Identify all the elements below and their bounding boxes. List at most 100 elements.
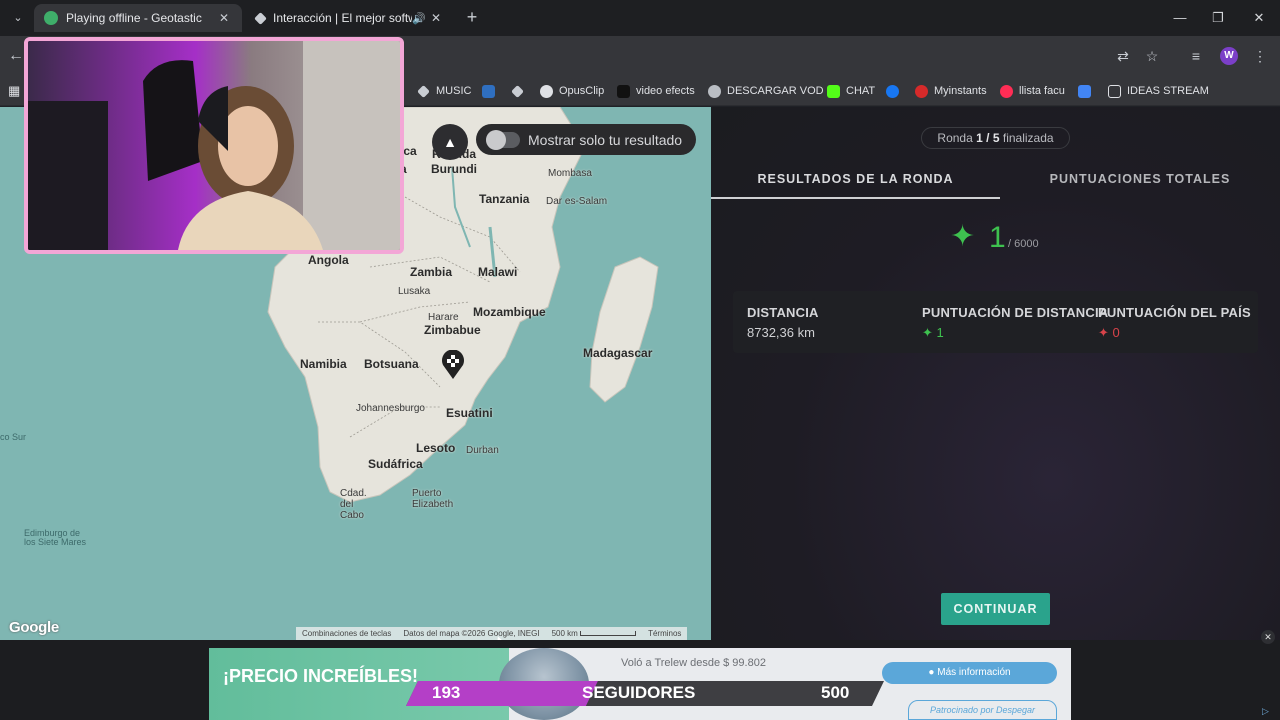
scale-label: 500 km bbox=[551, 629, 578, 638]
scale-bar bbox=[580, 631, 637, 636]
tab-search-icon[interactable]: ⌄ bbox=[8, 8, 28, 28]
close-tab-icon[interactable]: ✕ bbox=[428, 11, 444, 25]
country-score-number: 0 bbox=[1112, 325, 1120, 340]
minimize-icon[interactable]: — bbox=[1170, 8, 1190, 28]
country-score-value: ✦ 0 bbox=[1098, 325, 1120, 341]
ad-sponsor-link[interactable]: Patrocinado por Despegar bbox=[908, 700, 1057, 720]
round-total: 5 bbox=[992, 131, 1000, 145]
bookmark-video-efects[interactable]: video efects bbox=[617, 82, 695, 100]
map-label-lusaka: Lusaka bbox=[398, 286, 431, 297]
map-label-dar-es-salam: Dar es-Salam bbox=[546, 196, 608, 207]
score-star-icon: ✦ bbox=[950, 220, 976, 253]
map-label-zambia: Zambia bbox=[410, 265, 453, 279]
tab-total-scores[interactable]: PUNTUACIONES TOTALES bbox=[1000, 172, 1280, 186]
active-tab-indicator bbox=[711, 197, 1000, 199]
map-label-malawi: Malawi bbox=[478, 265, 518, 279]
map-label-burundi: Burundi bbox=[431, 162, 477, 176]
toggle-label: Mostrar solo tu resultado bbox=[528, 131, 683, 148]
video-icon bbox=[617, 84, 630, 98]
keyboard-shortcuts-link[interactable]: Combinaciones de teclas bbox=[302, 629, 391, 638]
map-label-ocean: co Sur bbox=[0, 432, 27, 442]
bookmark-opusclip[interactable]: OpusClip bbox=[540, 82, 604, 100]
screen: ⌄ Playing offline - Geotastic ✕ Interacc… bbox=[0, 0, 1280, 720]
follower-goal-bar: 193 SEGUIDORES 500 bbox=[406, 681, 884, 706]
speaker-icon[interactable]: 🔊 bbox=[412, 12, 428, 25]
bookmark-chat[interactable]: CHAT bbox=[827, 82, 875, 100]
folder-icon bbox=[1108, 84, 1121, 98]
mountain-icon: ▲ bbox=[443, 134, 457, 150]
terms-link[interactable]: Términos bbox=[648, 629, 681, 638]
bookmark-label: llista facu bbox=[1019, 85, 1065, 97]
translate-icon[interactable]: ⇄ bbox=[1113, 46, 1133, 66]
docs-icon bbox=[1078, 84, 1091, 98]
diamond-icon bbox=[417, 84, 430, 98]
bookmark-label: OpusClip bbox=[559, 85, 605, 97]
follower-label: SEGUIDORES bbox=[582, 683, 696, 702]
google-logo[interactable]: Google bbox=[9, 619, 59, 636]
country-score-label: PUNTUACIÓN DEL PAÍS bbox=[1098, 305, 1251, 320]
bookmark-star-icon[interactable]: ☆ bbox=[1142, 46, 1162, 66]
bookmark-docs[interactable] bbox=[1078, 82, 1097, 100]
tab-title: Playing offline - Geotastic bbox=[66, 11, 202, 25]
adchoices-icon[interactable]: ▷ bbox=[1262, 706, 1276, 718]
close-tab-icon[interactable]: ✕ bbox=[216, 11, 232, 25]
distance-score-value: ✦ 1 bbox=[922, 325, 944, 341]
new-tab-button[interactable]: + bbox=[462, 8, 482, 28]
bookmark-label: IDEAS STREAM bbox=[1127, 85, 1209, 97]
restore-icon[interactable]: ❐ bbox=[1208, 8, 1228, 28]
map-label-zimbabue: Zimbabue bbox=[424, 323, 481, 337]
webcam-feed bbox=[28, 41, 400, 250]
round-score: 1 bbox=[989, 221, 1006, 254]
round-suffix: finalizada bbox=[1002, 131, 1054, 145]
map-label-lesoto: Lesoto bbox=[416, 441, 456, 455]
terrain-toggle-button[interactable]: ▲ bbox=[432, 124, 468, 160]
score-breakdown bbox=[733, 291, 1258, 353]
close-window-icon[interactable]: ✕ bbox=[1249, 8, 1269, 28]
map-label-madagascar: Madagascar bbox=[583, 346, 653, 360]
tab-round-results[interactable]: RESULTADOS DE LA RONDA bbox=[711, 172, 1000, 186]
diamond-icon bbox=[511, 84, 524, 98]
guess-marker-icon bbox=[440, 350, 466, 380]
distance-label: DISTANCIA bbox=[747, 305, 819, 320]
tab-interaccion[interactable]: Interacción | El mejor softw 🔊 ✕ bbox=[246, 4, 454, 32]
continue-button[interactable]: CONTINUAR bbox=[941, 593, 1050, 625]
bookmark-blue-icon[interactable] bbox=[482, 82, 501, 100]
round-current: 1 bbox=[976, 131, 983, 145]
info-icon: ● bbox=[928, 667, 935, 678]
distance-score-label: PUNTUACIÓN DE DISTANCIA bbox=[922, 305, 1109, 320]
tab-geotastic[interactable]: Playing offline - Geotastic ✕ bbox=[34, 4, 242, 32]
ad-headline: ¡PRECIO INCREÍBLES! bbox=[223, 666, 419, 686]
map-label-esuatini: Esuatini bbox=[446, 406, 493, 420]
toggle-switch[interactable] bbox=[486, 129, 520, 150]
ad-more-info-button[interactable]: ● Más información bbox=[882, 662, 1057, 684]
bookmark-descargar-vod[interactable]: DESCARGAR VOD bbox=[708, 82, 824, 100]
apps-grid-icon[interactable]: ▦ bbox=[8, 82, 20, 100]
bookmark-myinstants[interactable]: Myinstants bbox=[915, 82, 987, 100]
bookmark-music[interactable]: MUSIC bbox=[417, 82, 471, 100]
streamer-webcam bbox=[24, 37, 404, 254]
profile-avatar[interactable]: W bbox=[1220, 47, 1238, 65]
myinstants-icon bbox=[915, 84, 928, 98]
map-label-botsuana: Botsuana bbox=[364, 357, 419, 371]
map-label-namibia: Namibia bbox=[300, 357, 347, 371]
map-label-edimburgo: Edimburgo de los Siete Mares bbox=[24, 528, 87, 547]
bookmark-diamond-icon[interactable] bbox=[511, 82, 530, 100]
round-results-panel bbox=[711, 107, 1280, 640]
distance-score-number: 1 bbox=[936, 325, 944, 340]
bookmark-llista-facu[interactable]: llista facu bbox=[1000, 82, 1065, 100]
map-label-tanzania: Tanzania bbox=[479, 192, 530, 206]
red-star-icon: ✦ bbox=[1098, 325, 1109, 340]
map-scale[interactable]: 500 km bbox=[551, 629, 637, 638]
opusclip-icon bbox=[540, 84, 553, 98]
bookmark-ideas-stream[interactable]: IDEAS STREAM bbox=[1108, 82, 1209, 100]
ad-close-icon[interactable]: ✕ bbox=[1261, 630, 1275, 644]
show-only-my-result-toggle[interactable]: Mostrar solo tu resultado bbox=[476, 124, 696, 155]
distance-value: 8732,36 km bbox=[747, 325, 815, 340]
bookmark-facebook[interactable] bbox=[886, 82, 905, 100]
map-label-mombasa: Mombasa bbox=[548, 168, 592, 179]
browser-tab-strip: ⌄ Playing offline - Geotastic ✕ Interacc… bbox=[0, 0, 1280, 36]
bookmark-label: MUSIC bbox=[436, 85, 472, 97]
menu-dots-icon[interactable]: ⋮ bbox=[1250, 46, 1270, 66]
media-controls-icon[interactable]: ≡ bbox=[1186, 46, 1206, 66]
bookmark-label: CHAT bbox=[846, 85, 876, 97]
